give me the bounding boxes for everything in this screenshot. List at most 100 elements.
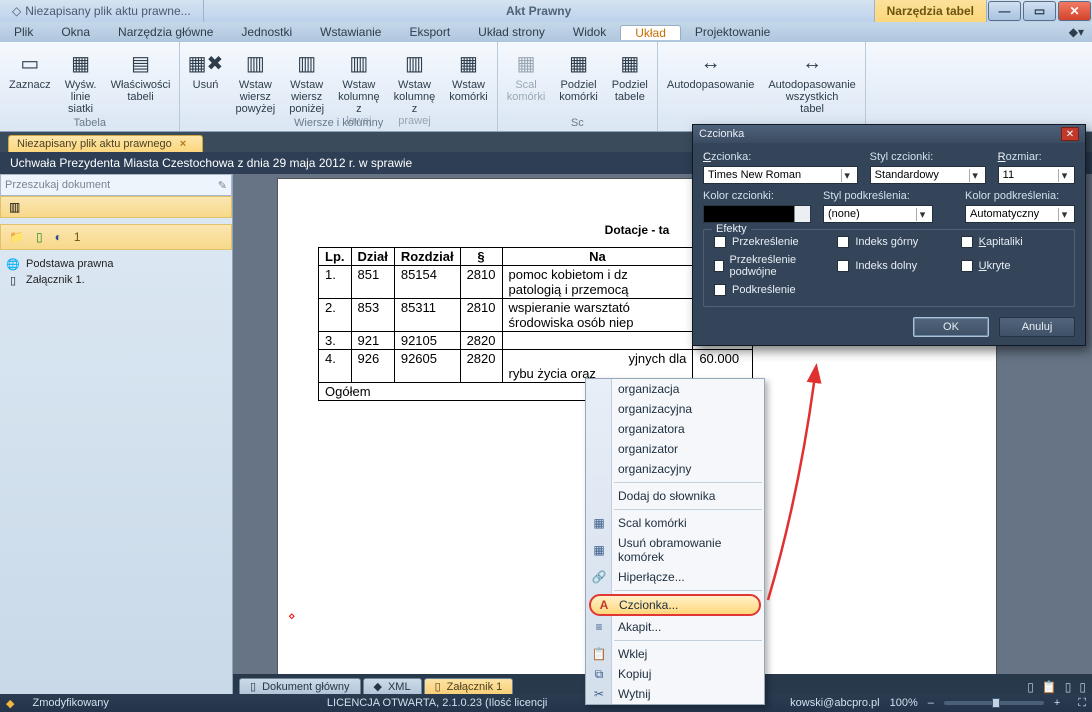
split-cells-btn[interactable]: ▦Podzielkomórki bbox=[552, 44, 605, 104]
chk-subscript[interactable]: Indeks dolny bbox=[837, 254, 940, 278]
ctx-suggestion[interactable]: organizator bbox=[586, 439, 764, 459]
show-grid-btn[interactable]: ▦Wyśw.liniesiatki bbox=[58, 44, 104, 116]
ctx-suggestion[interactable]: organizacyjna bbox=[586, 399, 764, 419]
circle-icon[interactable]: ◐ bbox=[55, 230, 62, 244]
tab-plik[interactable]: Plik bbox=[0, 25, 47, 39]
maximize-button[interactable]: ▭ bbox=[1023, 1, 1056, 21]
table-row[interactable]: 2.853853112810wspieranie warsztatóśrodow… bbox=[319, 299, 753, 332]
ribbon-group: ↔Autodopasowanie↔Autodopasowaniewszystki… bbox=[658, 42, 866, 131]
ok-button[interactable]: OK bbox=[913, 317, 989, 337]
label-style: Styl czcionki: bbox=[870, 151, 986, 163]
ctx-suggestion[interactable]: organizacyjny bbox=[586, 459, 764, 479]
zoom-slider[interactable] bbox=[944, 701, 1044, 705]
ctx-font[interactable]: ACzcionka... bbox=[589, 594, 761, 616]
ctx-suggestion[interactable]: organizatora bbox=[586, 419, 764, 439]
tab-eksport[interactable]: Eksport bbox=[395, 25, 464, 39]
table-cell: 2. bbox=[319, 299, 352, 332]
tool-icon[interactable]: ▯ bbox=[1065, 680, 1072, 694]
minimize-button[interactable]: — bbox=[988, 1, 1021, 21]
table-props-btn[interactable]: ▤Właściwościtabeli bbox=[104, 44, 178, 116]
effects-group: Efekty Przekreślenie Indeks górny Kapita… bbox=[703, 229, 1075, 307]
status-changeflag-icon: ◆ bbox=[6, 697, 14, 710]
ctx-remove-border[interactable]: ▦Usuń obramowanie komórek bbox=[586, 533, 764, 567]
ribbon-group: ▭Zaznacz▦Wyśw.liniesiatki▤Właściwościtab… bbox=[0, 42, 180, 131]
fullscreen-icon[interactable]: ⛶ bbox=[1078, 697, 1086, 710]
document-tab-close-icon[interactable]: × bbox=[180, 138, 186, 150]
table-row[interactable]: 3.92192105282015.000 bbox=[319, 332, 753, 350]
ctx-paste[interactable]: 📋Wklej bbox=[586, 644, 764, 664]
zoom-in-button[interactable]: + bbox=[1054, 697, 1060, 709]
link-icon: 🔗 bbox=[591, 570, 607, 584]
help-icon[interactable]: ◆▾ bbox=[1069, 25, 1092, 39]
tool-icon[interactable]: 📋 bbox=[1042, 680, 1057, 694]
tool-icon[interactable]: ▯ bbox=[1079, 680, 1086, 694]
cut-icon: ✂ bbox=[591, 687, 607, 701]
ctx-paragraph[interactable]: ≡Akapit... bbox=[586, 617, 764, 637]
tab-uklad[interactable]: Układ bbox=[620, 25, 681, 40]
bottom-tab-main[interactable]: ▯ Dokument główny bbox=[239, 678, 361, 694]
tree-toolbar: 📁 ▯ ◐ 1 bbox=[0, 224, 232, 250]
table-header: Rozdział bbox=[394, 248, 460, 266]
chk-underline[interactable]: Podkreślenie bbox=[714, 284, 817, 296]
font-color-select[interactable]: ▾ bbox=[703, 205, 811, 223]
document-tab[interactable]: Niezapisany plik aktu prawnego × bbox=[8, 135, 203, 152]
document-tab-label: Niezapisany plik aktu prawnego bbox=[17, 138, 172, 150]
toolbar-number: 1 bbox=[74, 230, 81, 244]
ribbon-icon: ▭ bbox=[16, 49, 44, 77]
zoom-out-button[interactable]: – bbox=[928, 697, 934, 709]
underline-style-select[interactable]: (none)▾ bbox=[823, 205, 933, 223]
chk-double-strike[interactable]: Przekreślenie podwójne bbox=[714, 254, 817, 278]
tree-node-podstawa[interactable]: 🌐 Podstawa prawna bbox=[6, 256, 226, 272]
autofit-btn[interactable]: ↔Autodopasowanie bbox=[660, 44, 761, 116]
label-font-color: Kolor czcionki: bbox=[703, 190, 811, 202]
attachment-icon: ▯ bbox=[6, 273, 20, 287]
ribbon-group-label: Tabela bbox=[0, 115, 179, 131]
status-license: LICENCJA OTWARTA, 2.1.0.23 (Ilość licenc… bbox=[327, 697, 547, 709]
ribbon-label: Właściwościtabeli bbox=[111, 79, 171, 103]
ctx-hyperlink[interactable]: 🔗Hiperłącze... bbox=[586, 567, 764, 587]
green-icon[interactable]: ▯ bbox=[36, 230, 43, 244]
chk-hidden[interactable]: UkryteUkryte bbox=[961, 254, 1064, 278]
label-underline-style: Styl podkreślenia: bbox=[823, 190, 953, 202]
context-menu: organizacja organizacyjna organizatora o… bbox=[585, 378, 765, 705]
tab-widok[interactable]: Widok bbox=[559, 25, 620, 39]
font-select[interactable]: Times New Roman▾ bbox=[703, 166, 858, 184]
dialog-title-bar[interactable]: Czcionka ✕ bbox=[693, 125, 1085, 143]
underline-color-select[interactable]: Automatyczny▾ bbox=[965, 205, 1075, 223]
folder-icon[interactable]: 📁 bbox=[9, 230, 24, 244]
chk-superscript[interactable]: Indeks górny bbox=[837, 236, 940, 248]
tab-wstawianie[interactable]: Wstawianie bbox=[306, 25, 395, 39]
font-size-select[interactable]: 11▾ bbox=[998, 166, 1075, 184]
ctx-copy[interactable]: ⧉Kopiuj bbox=[586, 664, 764, 684]
table-header: Na bbox=[502, 248, 693, 266]
select-btn[interactable]: ▭Zaznacz bbox=[2, 44, 58, 116]
bottom-tab-attachment[interactable]: ▯ Załącznik 1 bbox=[424, 678, 514, 694]
search-input[interactable]: Przeszukaj dokument ✎ bbox=[0, 174, 232, 196]
tab-uklad-strony[interactable]: Układ strony bbox=[464, 25, 559, 39]
title-tab-main: Akt Prawny bbox=[204, 0, 875, 22]
ctx-suggestion[interactable]: organizacja bbox=[586, 379, 764, 399]
tree-node-zalacznik[interactable]: ▯ Załącznik 1. bbox=[6, 272, 226, 288]
search-placeholder: Przeszukaj dokument bbox=[5, 179, 110, 191]
chk-strike[interactable]: Przekreślenie bbox=[714, 236, 817, 248]
tab-jednostki[interactable]: Jednostki bbox=[227, 25, 306, 39]
search-clear-icon[interactable]: ✎ bbox=[218, 179, 227, 192]
close-button[interactable]: ✕ bbox=[1058, 1, 1091, 21]
ctx-merge-cells[interactable]: ▦Scal komórki bbox=[586, 513, 764, 533]
font-style-select[interactable]: Standardowy▾ bbox=[870, 166, 986, 184]
ctx-add-dictionary[interactable]: Dodaj do słownika bbox=[586, 486, 764, 506]
chk-smallcaps[interactable]: KapitalikiKapitaliki bbox=[961, 236, 1064, 248]
tool-icon[interactable]: ▯ bbox=[1027, 680, 1034, 694]
ribbon-icon: ▦ bbox=[565, 49, 593, 77]
cancel-button[interactable]: Anuluj bbox=[999, 317, 1075, 337]
bottom-tab-xml[interactable]: ◆ XML bbox=[363, 678, 422, 694]
tab-narzedzia-glowne[interactable]: Narzędzia główne bbox=[104, 25, 227, 39]
dialog-close-button[interactable]: ✕ bbox=[1061, 127, 1079, 141]
ctx-cut[interactable]: ✂Wytnij bbox=[586, 684, 764, 704]
autofit-all-btn[interactable]: ↔Autodopasowaniewszystkichtabel bbox=[761, 44, 862, 116]
tab-okna[interactable]: Okna bbox=[47, 25, 104, 39]
tab-projektowanie[interactable]: Projektowanie bbox=[681, 25, 784, 39]
split-table-btn[interactable]: ▦Podzieltabele bbox=[605, 44, 655, 104]
cursor-marker: ⋄ bbox=[288, 609, 296, 623]
table-row[interactable]: 1.851851542810pomoc kobietom i dzpatolog… bbox=[319, 266, 753, 299]
